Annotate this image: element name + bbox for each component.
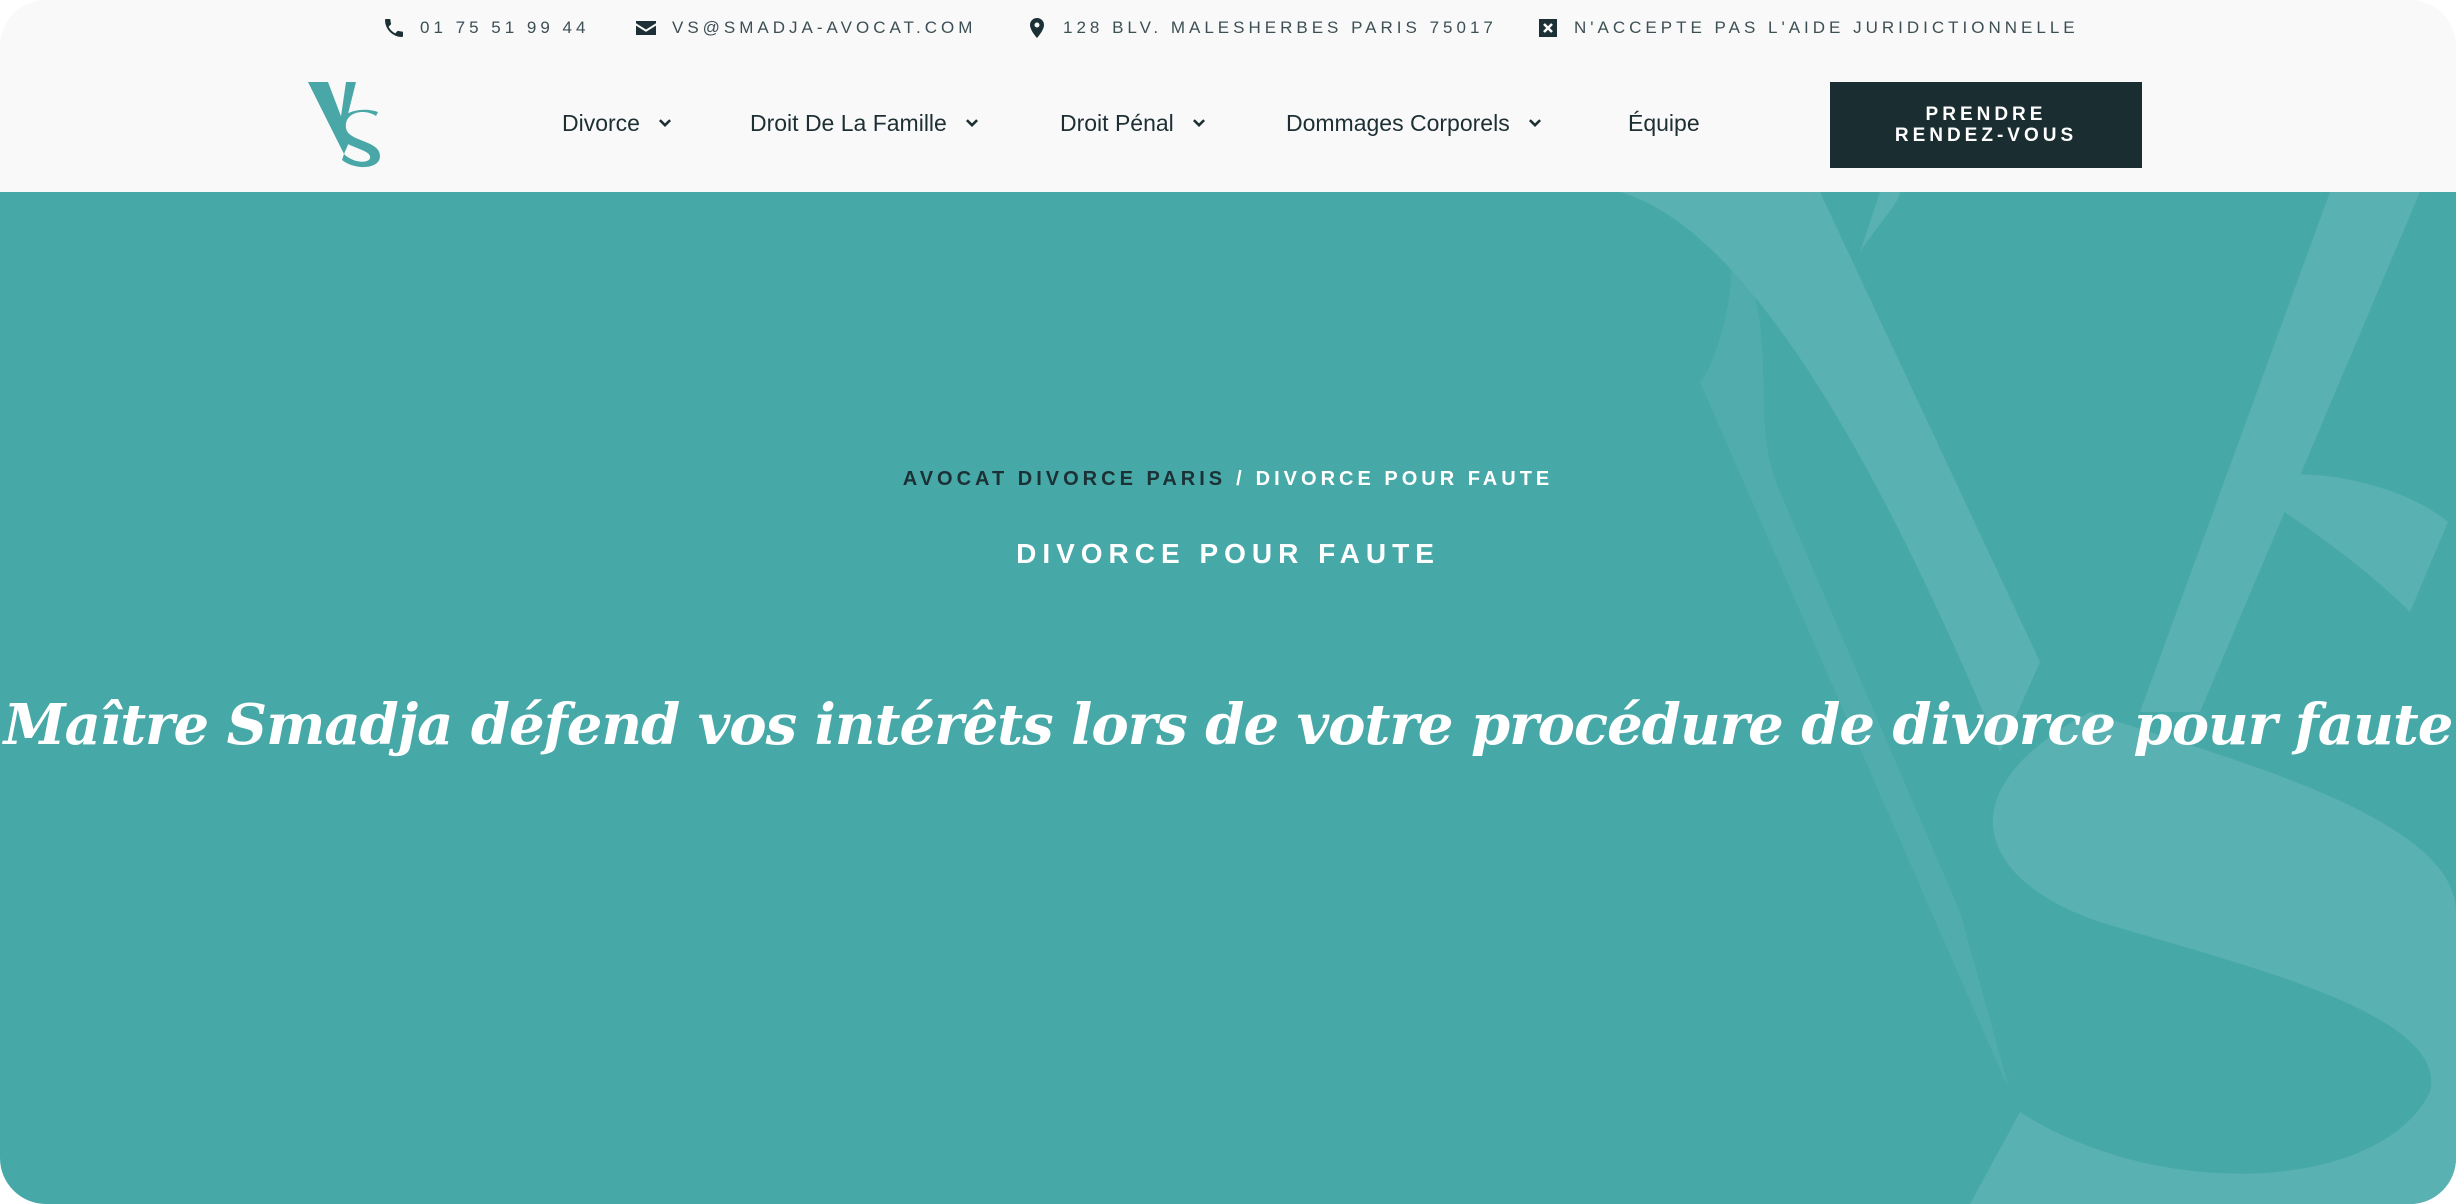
nav-item-droit-penal[interactable]: Droit Pénal bbox=[1060, 110, 1206, 137]
nav-item-divorce[interactable]: Divorce bbox=[562, 110, 672, 137]
nav-label: Divorce bbox=[562, 110, 640, 136]
chevron-down-icon bbox=[1192, 110, 1206, 137]
cta-line-2: RENDEZ-VOUS bbox=[1894, 125, 2078, 146]
address-text: 128 BLV. MALESHERBES PARIS 75017 bbox=[1063, 18, 1497, 37]
page-subtitle: DIVORCE POUR FAUTE bbox=[1016, 538, 1440, 569]
site-header: Divorce Droit De La Famille Droit Pénal … bbox=[0, 58, 2456, 192]
map-pin-icon bbox=[1025, 16, 1049, 40]
logo[interactable] bbox=[306, 78, 388, 170]
chevron-down-icon bbox=[965, 110, 979, 137]
nav-item-equipe[interactable]: Équipe bbox=[1628, 110, 1700, 137]
legal-aid-notice: N'ACCEPTE PAS L'AIDE JURIDICTIONNELLE bbox=[1536, 16, 2079, 40]
appointment-button[interactable]: PRENDRE RENDEZ-VOUS bbox=[1830, 82, 2142, 168]
nav-label: Dommages Corporels bbox=[1286, 110, 1510, 136]
page-title: Maître Smadja défend vos intérêts lors d… bbox=[3, 692, 2454, 758]
page: 01 75 51 99 44 VS@SMADJA-AVOCAT.COM 128 … bbox=[0, 0, 2456, 1204]
legal-aid-text: N'ACCEPTE PAS L'AIDE JURIDICTIONNELLE bbox=[1574, 18, 2079, 37]
breadcrumb-separator: / bbox=[1236, 468, 1246, 490]
email-address: VS@SMADJA-AVOCAT.COM bbox=[672, 18, 977, 37]
phone-number: 01 75 51 99 44 bbox=[420, 18, 590, 37]
cta-line-1: PRENDRE bbox=[1925, 104, 2047, 125]
breadcrumb-current: DIVORCE POUR FAUTE bbox=[1255, 468, 1554, 490]
breadcrumb: AVOCAT DIVORCE PARIS / DIVORCE POUR FAUTE bbox=[0, 468, 2456, 491]
breadcrumb-home-link[interactable]: AVOCAT DIVORCE PARIS bbox=[903, 468, 1226, 490]
close-square-icon bbox=[1536, 16, 1560, 40]
nav-item-dommages-corporels[interactable]: Dommages Corporels bbox=[1286, 110, 1542, 137]
address: 128 BLV. MALESHERBES PARIS 75017 bbox=[1025, 16, 1497, 40]
nav-label: Équipe bbox=[1628, 110, 1700, 136]
nav-label: Droit Pénal bbox=[1060, 110, 1174, 136]
contact-bar: 01 75 51 99 44 VS@SMADJA-AVOCAT.COM 128 … bbox=[0, 0, 2456, 58]
chevron-down-icon bbox=[1528, 110, 1542, 137]
hero-section: AVOCAT DIVORCE PARIS / DIVORCE POUR FAUTE … bbox=[0, 192, 2456, 1204]
nav-item-droit-famille[interactable]: Droit De La Famille bbox=[750, 110, 979, 137]
phone-link[interactable]: 01 75 51 99 44 bbox=[382, 16, 589, 40]
nav-label: Droit De La Famille bbox=[750, 110, 947, 136]
chevron-down-icon bbox=[658, 110, 672, 137]
email-link[interactable]: VS@SMADJA-AVOCAT.COM bbox=[634, 16, 976, 40]
envelope-icon bbox=[634, 16, 658, 40]
phone-icon bbox=[382, 16, 406, 40]
